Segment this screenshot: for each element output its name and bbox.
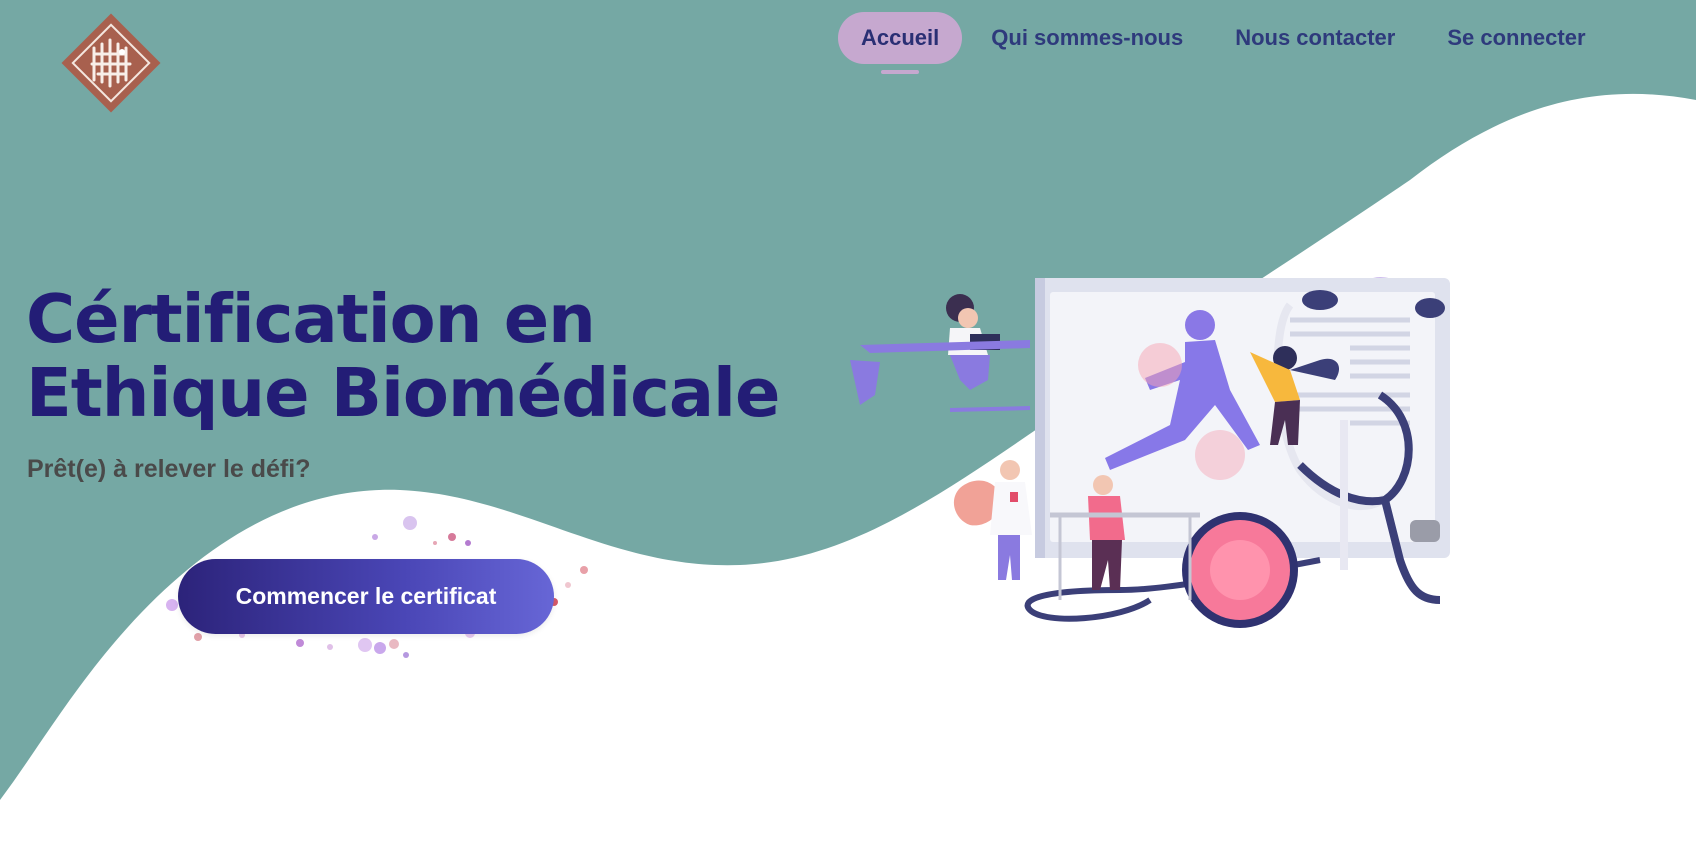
- nav-item-accueil[interactable]: Accueil: [838, 12, 963, 64]
- hero-title-line-2: Ethique Biomédicale: [26, 354, 780, 432]
- nav-item-se-connecter[interactable]: Se connecter: [1424, 12, 1608, 64]
- medical-monitor-illustration-icon: [850, 277, 1450, 628]
- nav-item-qui-sommes-nous[interactable]: Qui sommes-nous: [968, 12, 1206, 64]
- nav-item-nous-contacter[interactable]: Nous contacter: [1212, 12, 1418, 64]
- hero-title-line-1: Cértification en: [26, 280, 596, 358]
- start-certificate-button[interactable]: Commencer le certificat: [178, 559, 554, 634]
- hero-subtitle: Prêt(e) à relever le défi?: [27, 455, 311, 483]
- university-logo[interactable]: [58, 10, 164, 116]
- landing-page: Accueil Qui sommes-nous Nous contacter S…: [0, 0, 1696, 847]
- main-nav: Accueil Qui sommes-nous Nous contacter S…: [838, 12, 1615, 64]
- hero-title: Cértification en Ethique Biomédicale: [26, 282, 786, 430]
- university-seal-icon: [61, 13, 161, 113]
